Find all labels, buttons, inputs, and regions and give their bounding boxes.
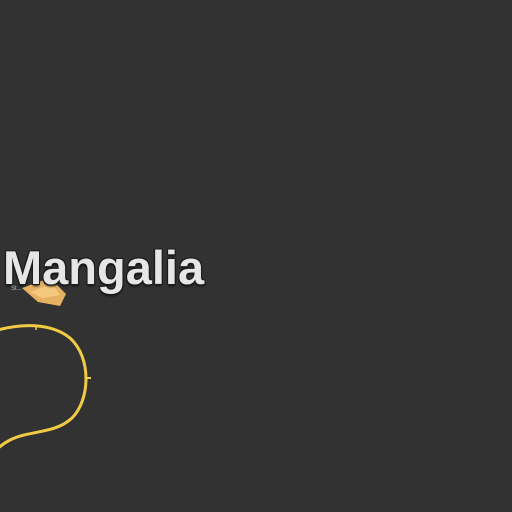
map-canvas[interactable]: St... Mangalia	[0, 0, 512, 512]
road-path[interactable]	[0, 324, 88, 452]
city-label[interactable]: Mangalia	[3, 244, 204, 291]
